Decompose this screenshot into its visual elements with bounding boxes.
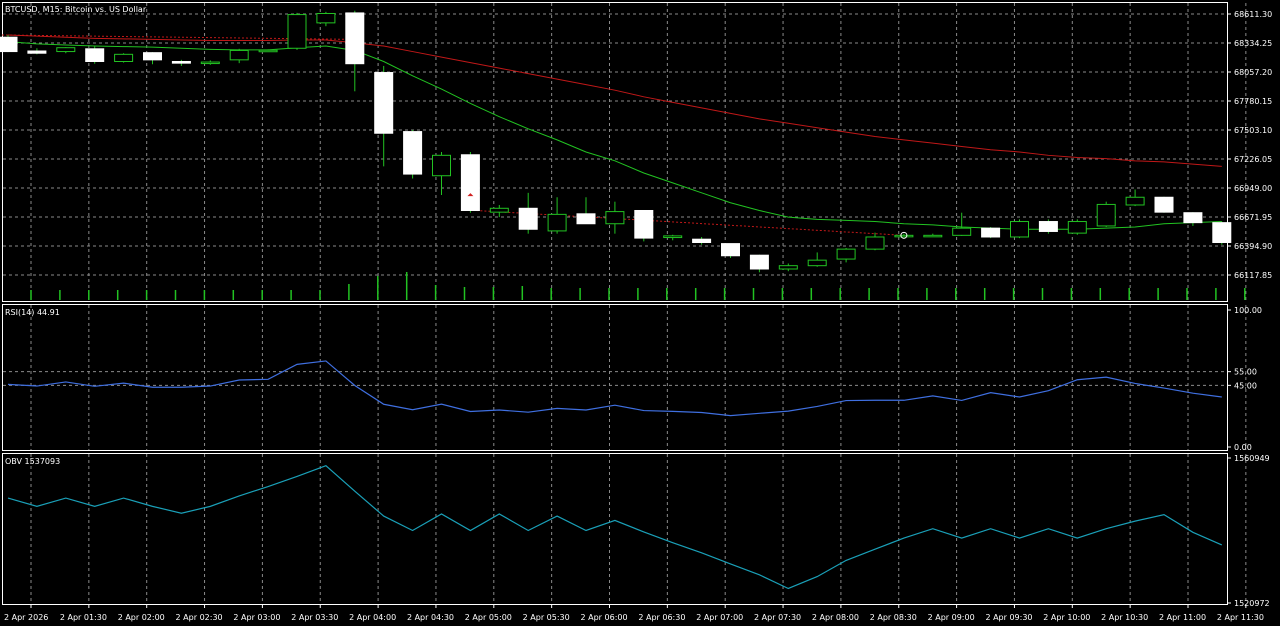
candle-body (576, 213, 596, 225)
price-label: 66671.95 (1234, 213, 1272, 222)
candle-body (460, 154, 480, 211)
candle-body (952, 227, 972, 236)
candle-body (894, 234, 914, 238)
price-label: 68057.20 (1234, 68, 1272, 77)
trading-chart[interactable]: 2 Apr 2026 2 Apr 01:30 2 Apr 02:00 2 Apr 02… (0, 0, 1280, 626)
candle-body (1010, 221, 1029, 238)
price-label: 68334.25 (1234, 39, 1272, 48)
rsi-tick-label: 100.00 (1234, 306, 1262, 315)
candle-body (778, 265, 798, 270)
time-label: 2 Apr 07:30 (754, 613, 801, 622)
price-label: 66949.00 (1234, 184, 1272, 193)
time-label: 2 Apr 07:00 (696, 613, 743, 622)
candle-body (287, 14, 307, 49)
candle-body (1067, 221, 1087, 234)
rsi-tick-label: 45.00 (1234, 381, 1257, 390)
candle-body (749, 254, 769, 270)
main-panel[interactable] (2, 2, 1228, 302)
candle-body (518, 207, 538, 230)
candle-body (923, 234, 943, 238)
time-label: 2 Apr 04:00 (349, 613, 396, 622)
rsi-tick-label: 0.00 (1234, 443, 1252, 452)
time-label: 2 Apr 03:00 (233, 613, 280, 622)
time-label: 2 Apr 09:00 (928, 613, 975, 622)
time-label: 2 Apr 03:30 (291, 613, 338, 622)
candle-body (432, 154, 451, 177)
main-chart-title: BTCUSD, M15: Bitcoin vs. US Dollar (5, 5, 147, 14)
price-label: 67780.15 (1234, 97, 1272, 106)
candle-body (489, 207, 509, 213)
time-label: 2 Apr 02:00 (118, 613, 165, 622)
price-label: 66394.90 (1234, 242, 1272, 251)
candle-body (721, 243, 740, 257)
obv-tick-label: 1520972 (1234, 599, 1270, 608)
candle-body (692, 238, 712, 244)
obv-title: OBV 1537093 (5, 457, 60, 466)
candle-body (27, 50, 47, 54)
time-label: 2 Apr 02:30 (176, 613, 223, 622)
candle-body (1183, 212, 1203, 224)
candle-body (258, 49, 278, 53)
candle-body (316, 12, 336, 24)
time-label: 2 Apr 08:00 (812, 613, 859, 622)
candle-body (171, 60, 191, 64)
rsi-panel[interactable] (2, 304, 1228, 451)
candle-body (1038, 221, 1058, 232)
candle-body (1096, 203, 1116, 227)
candle-body (981, 227, 1001, 238)
candle-body (836, 248, 856, 260)
time-label: 2 Apr 10:00 (1043, 613, 1090, 622)
time-label: 2 Apr 05:00 (465, 613, 512, 622)
time-label: 2 Apr 09:30 (985, 613, 1032, 622)
candle-body (1125, 196, 1145, 206)
candle-body (56, 47, 76, 53)
candle-body (0, 36, 18, 53)
candle-body (403, 131, 423, 175)
time-label: 2 Apr 11:30 (1217, 613, 1264, 622)
price-label: 68611.30 (1234, 10, 1272, 19)
time-label: 2 Apr 06:00 (581, 613, 628, 622)
price-label: 67226.05 (1234, 155, 1272, 164)
obv-panel[interactable] (2, 453, 1228, 605)
time-label: 2 Apr 06:30 (638, 613, 685, 622)
candle-body (229, 49, 249, 61)
time-label: 2 Apr 05:30 (523, 613, 570, 622)
candle-body (605, 211, 625, 225)
time-label: 2 Apr 2026 (4, 613, 48, 622)
candle-body (663, 235, 683, 239)
time-label: 2 Apr 08:30 (870, 613, 917, 622)
candle-body (1212, 222, 1232, 244)
candle-body (374, 72, 394, 134)
candle-body (143, 52, 162, 61)
time-label: 2 Apr 10:30 (1101, 613, 1148, 622)
obv-tick-label: 1560949 (1234, 454, 1270, 463)
price-label: 66117.85 (1234, 271, 1272, 280)
time-label: 2 Apr 11:00 (1159, 613, 1206, 622)
candle-body (547, 213, 567, 232)
rsi-tick-label: 55.00 (1234, 368, 1257, 377)
candle-body (200, 61, 220, 65)
rsi-title: RSI(14) 44.91 (5, 308, 60, 317)
candle-body (1154, 196, 1174, 213)
candle-body (345, 12, 365, 65)
time-label: 2 Apr 04:30 (407, 613, 454, 622)
time-label: 2 Apr 01:30 (60, 613, 107, 622)
candle-body (114, 53, 134, 62)
price-label: 67503.10 (1234, 126, 1272, 135)
candle-body (807, 259, 827, 267)
candle-body (634, 209, 654, 239)
candle-body (865, 236, 885, 250)
candle-body (85, 48, 105, 62)
